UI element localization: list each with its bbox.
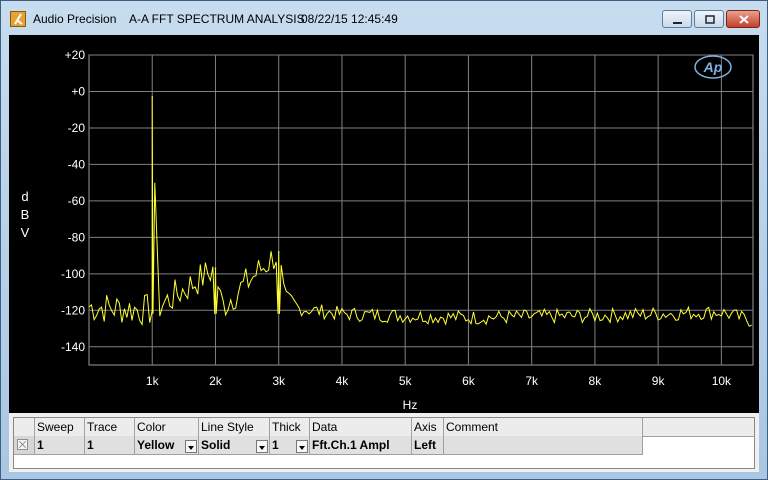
x-tick-label: 4k bbox=[336, 374, 350, 388]
x-tick-label: 2k bbox=[209, 374, 223, 388]
x-tick-label: 10k bbox=[712, 374, 732, 388]
y-tick-label: -60 bbox=[68, 194, 86, 208]
y-tick-label: -100 bbox=[61, 267, 85, 281]
close-button[interactable] bbox=[726, 10, 760, 28]
audio-precision-app-icon[interactable] bbox=[10, 11, 26, 27]
header-data[interactable]: Data bbox=[310, 418, 412, 436]
cell-line-style-value: Solid bbox=[201, 438, 231, 452]
cell-data[interactable]: Fft.Ch.1 Ampl bbox=[310, 436, 412, 454]
x-tick-label: 5k bbox=[399, 374, 413, 388]
peak-point-1 bbox=[151, 96, 154, 98]
x-tick-label: 1k bbox=[146, 374, 160, 388]
x-tick-label: 3k bbox=[272, 374, 286, 388]
header-axis[interactable]: Axis bbox=[412, 418, 444, 436]
cell-axis[interactable]: Left bbox=[412, 436, 444, 454]
peak-point-2 bbox=[214, 267, 217, 270]
cell-comment[interactable] bbox=[444, 436, 643, 454]
ap-logo-text: Ap bbox=[703, 59, 723, 75]
header-sweep[interactable]: Sweep bbox=[35, 418, 85, 436]
cell-thick[interactable]: 1 bbox=[270, 436, 310, 454]
fft-graph[interactable]: +20 +0 -20 -40 -60 -80 -100 -120 -140 1k 2k 3k 4k 5k… bbox=[9, 35, 759, 413]
restore-icon bbox=[705, 15, 715, 24]
y-tick-label: +20 bbox=[65, 48, 86, 62]
x-checkbox-icon bbox=[17, 439, 28, 450]
y-tick-label: -140 bbox=[61, 340, 85, 354]
client-area: +20 +0 -20 -40 -60 -80 -100 -120 -140 1k 2k 3k 4k 5k… bbox=[9, 35, 759, 472]
y-axis-label-letter: d bbox=[21, 189, 28, 204]
table-header: Sweep Trace Color Line Style Thick Data … bbox=[14, 418, 754, 437]
line-style-dropdown-icon[interactable] bbox=[256, 440, 268, 453]
cell-color-value: Yellow bbox=[137, 438, 175, 452]
cell-sweep[interactable]: 1 bbox=[35, 436, 85, 454]
color-dropdown-icon[interactable] bbox=[185, 440, 197, 453]
app-window: Audio Precision A-A FFT SPECTRUM ANALYSI… bbox=[0, 0, 768, 480]
y-tick-label: -120 bbox=[61, 303, 85, 317]
y-tick-label: -80 bbox=[68, 230, 86, 244]
timestamp: 08/22/15 12:45:49 bbox=[301, 12, 398, 26]
restore-button[interactable] bbox=[694, 10, 724, 28]
y-tick-label: -20 bbox=[68, 121, 86, 135]
header-comment[interactable]: Comment bbox=[444, 418, 643, 436]
y-tick-label: +0 bbox=[71, 84, 85, 98]
header-trace[interactable]: Trace bbox=[85, 418, 135, 436]
trace-table[interactable]: Sweep Trace Color Line Style Thick Data … bbox=[13, 417, 755, 469]
cell-thick-value: 1 bbox=[272, 438, 279, 452]
chart-grid bbox=[88, 54, 754, 366]
x-tick-label: 6k bbox=[462, 374, 476, 388]
spectrum-trace bbox=[88, 96, 752, 327]
y-axis-label: dBV bbox=[21, 189, 30, 240]
ap-logo: Ap bbox=[694, 55, 732, 79]
table-row[interactable]: 1 1 Yellow Solid 1 Fft.Ch.1 Ampl Left bbox=[14, 436, 643, 455]
y-tick-label: -40 bbox=[68, 157, 86, 171]
minimize-button[interactable] bbox=[662, 10, 692, 28]
cell-color[interactable]: Yellow bbox=[135, 436, 199, 454]
peak-point-3 bbox=[277, 251, 280, 253]
header-color[interactable]: Color bbox=[135, 418, 199, 436]
thick-dropdown-icon[interactable] bbox=[296, 440, 308, 453]
close-icon bbox=[739, 15, 749, 24]
header-line-style[interactable]: Line Style bbox=[199, 418, 270, 436]
x-tick-label: 8k bbox=[589, 374, 603, 388]
graph-title: A-A FFT SPECTRUM ANALYSIS bbox=[129, 12, 305, 26]
minimize-icon bbox=[673, 22, 682, 24]
title-bar[interactable]: Audio Precision A-A FFT SPECTRUM ANALYSI… bbox=[1, 1, 767, 35]
header-thick[interactable]: Thick bbox=[270, 418, 310, 436]
app-name: Audio Precision bbox=[33, 12, 117, 26]
y-axis-label-letter: V bbox=[21, 225, 30, 240]
fft-chart: +20 +0 -20 -40 -60 -80 -100 -120 -140 1k 2k 3k 4k 5k… bbox=[21, 48, 754, 412]
x-tick-labels: 1k 2k 3k 4k 5k 6k 7k 8k 9k 10k bbox=[146, 374, 732, 388]
x-axis-label: Hz bbox=[403, 398, 418, 412]
header-select bbox=[14, 418, 35, 436]
row-enable-checkbox[interactable] bbox=[14, 436, 35, 454]
x-tick-label: 9k bbox=[652, 374, 666, 388]
y-tick-labels: +20 +0 -20 -40 -60 -80 -100 -120 -140 bbox=[61, 48, 85, 354]
cell-line-style[interactable]: Solid bbox=[199, 436, 270, 454]
plot-frame bbox=[88, 54, 754, 366]
y-axis-label-letter: B bbox=[21, 207, 30, 222]
cell-trace[interactable]: 1 bbox=[85, 436, 135, 454]
x-tick-label: 7k bbox=[525, 374, 539, 388]
